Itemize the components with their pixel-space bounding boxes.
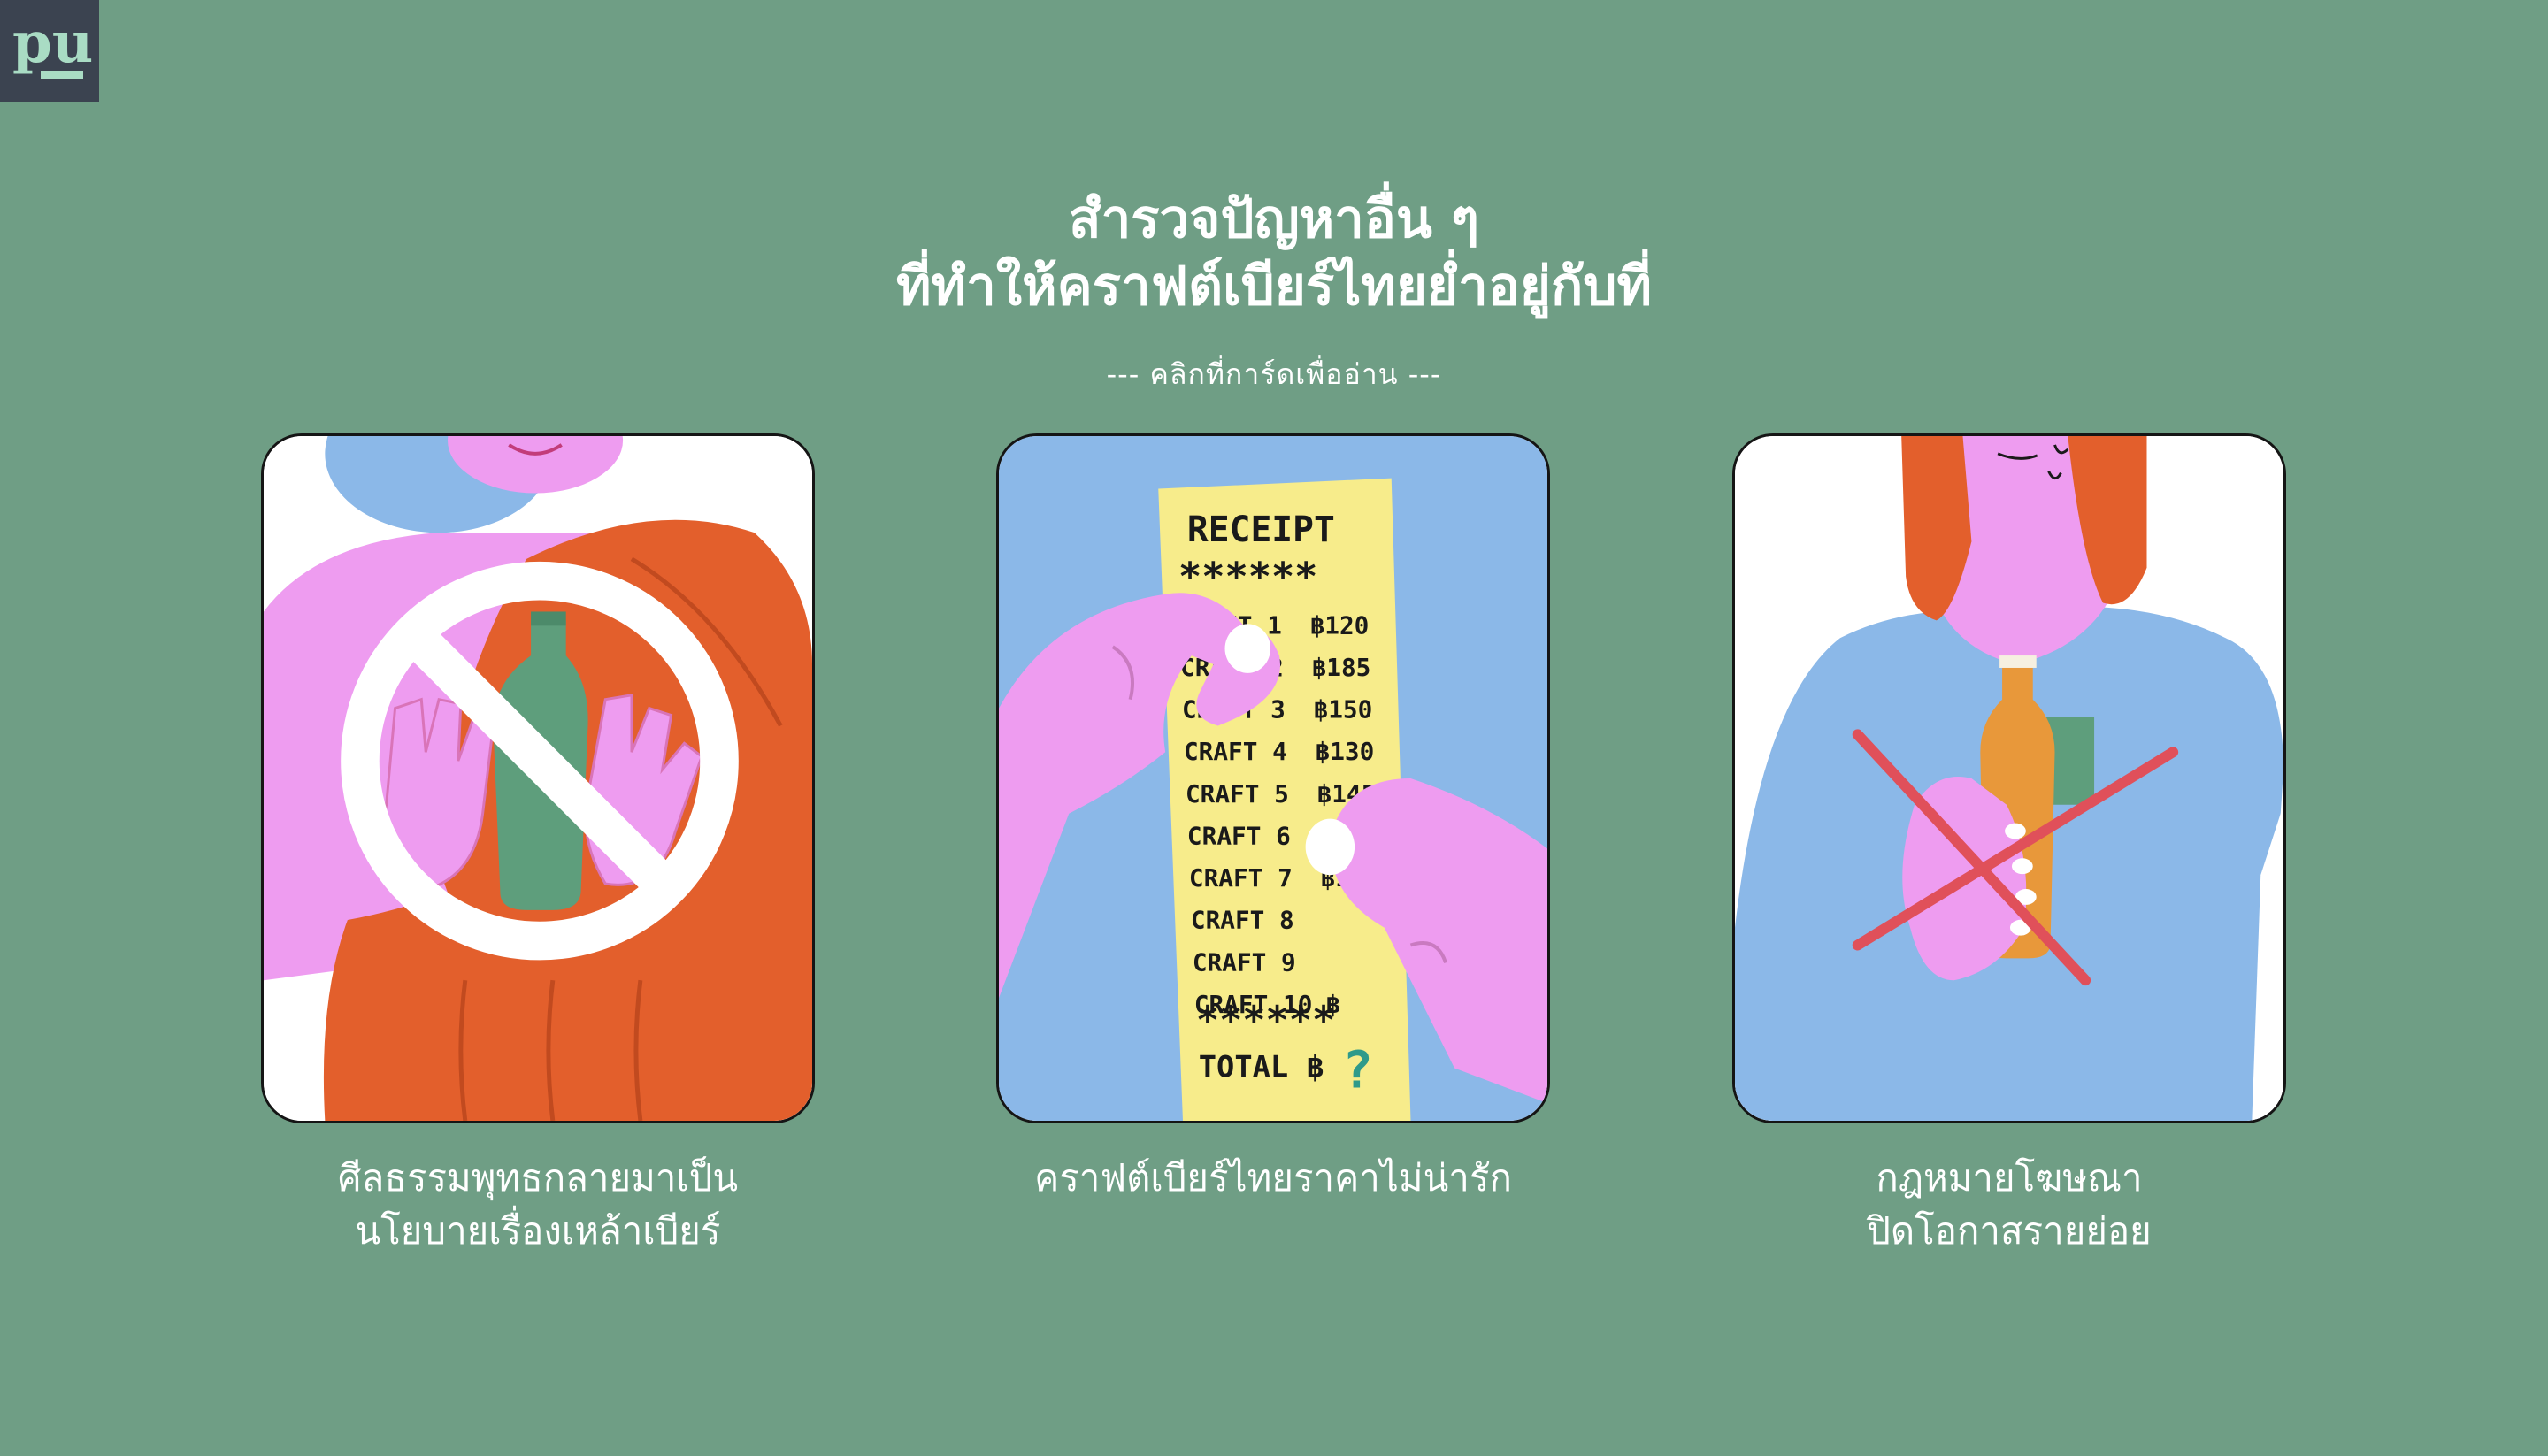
page-header: สำรวจปัญหาอื่น ๆ ที่ทำให้คราฟต์เบียร์ไทย… — [0, 186, 2548, 397]
receipt-stars-top: ****** — [1178, 556, 1317, 600]
receipt-item-name: CRAFT 4 — [1184, 737, 1287, 766]
caption-line-1: ศีลธรรมพุทธกลายมาเป็น — [337, 1156, 739, 1199]
caption-line-1: คราฟต์เบียร์ไทยราคาไม่น่ารัก — [1034, 1156, 1512, 1199]
receipt-total-label: TOTAL ฿ — [1199, 1049, 1324, 1084]
logo-mark-icon: pu — [12, 10, 93, 79]
click-hint: --- คลิกที่การ์ดเพื่ออ่าน --- — [1106, 357, 1442, 391]
svg-text:pu: pu — [12, 10, 93, 76]
card-caption-advertising-law[interactable]: กฎหมายโฆษณา ปิดโอกาสรายย่อย — [1655, 1152, 2363, 1258]
hands-holding-receipt-icon: RECEIPT ****** CRAFT 1฿120CRAFT 2฿185CRA… — [999, 436, 1547, 1121]
receipt-total-value: ? — [1342, 1040, 1373, 1100]
receipt-item-price: ฿120 — [1310, 610, 1370, 640]
caption-line-2: ปิดโอกาสรายย่อย — [1867, 1209, 2152, 1253]
receipt-item-name: CRAFT 9 — [1193, 947, 1296, 977]
receipt-item-name: CRAFT 5 — [1186, 779, 1289, 808]
card-caption-buddhist-morality[interactable]: ศีลธรรมพุทธกลายมาเป็น นโยบายเรื่องเหล้าเ… — [184, 1152, 892, 1258]
page-title-line-2: ที่ทำให้คราฟต์เบียร์ไทยย่ำอยู่กับที่ — [895, 256, 1652, 318]
monk-refusing-beer-prohibited-icon — [264, 436, 812, 1121]
card-buddhist-morality[interactable] — [261, 433, 815, 1123]
person-with-crossed-out-beer-icon — [1735, 436, 2283, 1121]
site-logo[interactable]: pu — [0, 0, 99, 102]
receipt-item-name: CRAFT 7 — [1189, 863, 1293, 893]
receipt-heading: RECEIPT — [1187, 510, 1335, 550]
card-beer-price[interactable]: RECEIPT ****** CRAFT 1฿120CRAFT 2฿185CRA… — [996, 433, 1550, 1123]
receipt-stars-bottom: ****** — [1196, 999, 1335, 1043]
receipt-item-price: ฿185 — [1312, 653, 1371, 682]
receipt-item-price: ฿150 — [1314, 695, 1373, 724]
card-caption-beer-price[interactable]: คราฟต์เบียร์ไทยราคาไม่น่ารัก — [919, 1152, 1627, 1205]
card-advertising-law[interactable] — [1732, 433, 2286, 1123]
caption-line-2: นโยบายเรื่องเหล้าเบียร์ — [355, 1209, 721, 1253]
receipt-item-name: CRAFT 8 — [1191, 906, 1294, 935]
receipt-item-name: CRAFT 6 — [1187, 821, 1291, 850]
receipt-item-price: ฿130 — [1316, 737, 1375, 766]
caption-line-1: กฎหมายโฆษณา — [1876, 1156, 2143, 1199]
page-title-line-1: สำรวจปัญหาอื่น ๆ — [1068, 188, 1479, 250]
